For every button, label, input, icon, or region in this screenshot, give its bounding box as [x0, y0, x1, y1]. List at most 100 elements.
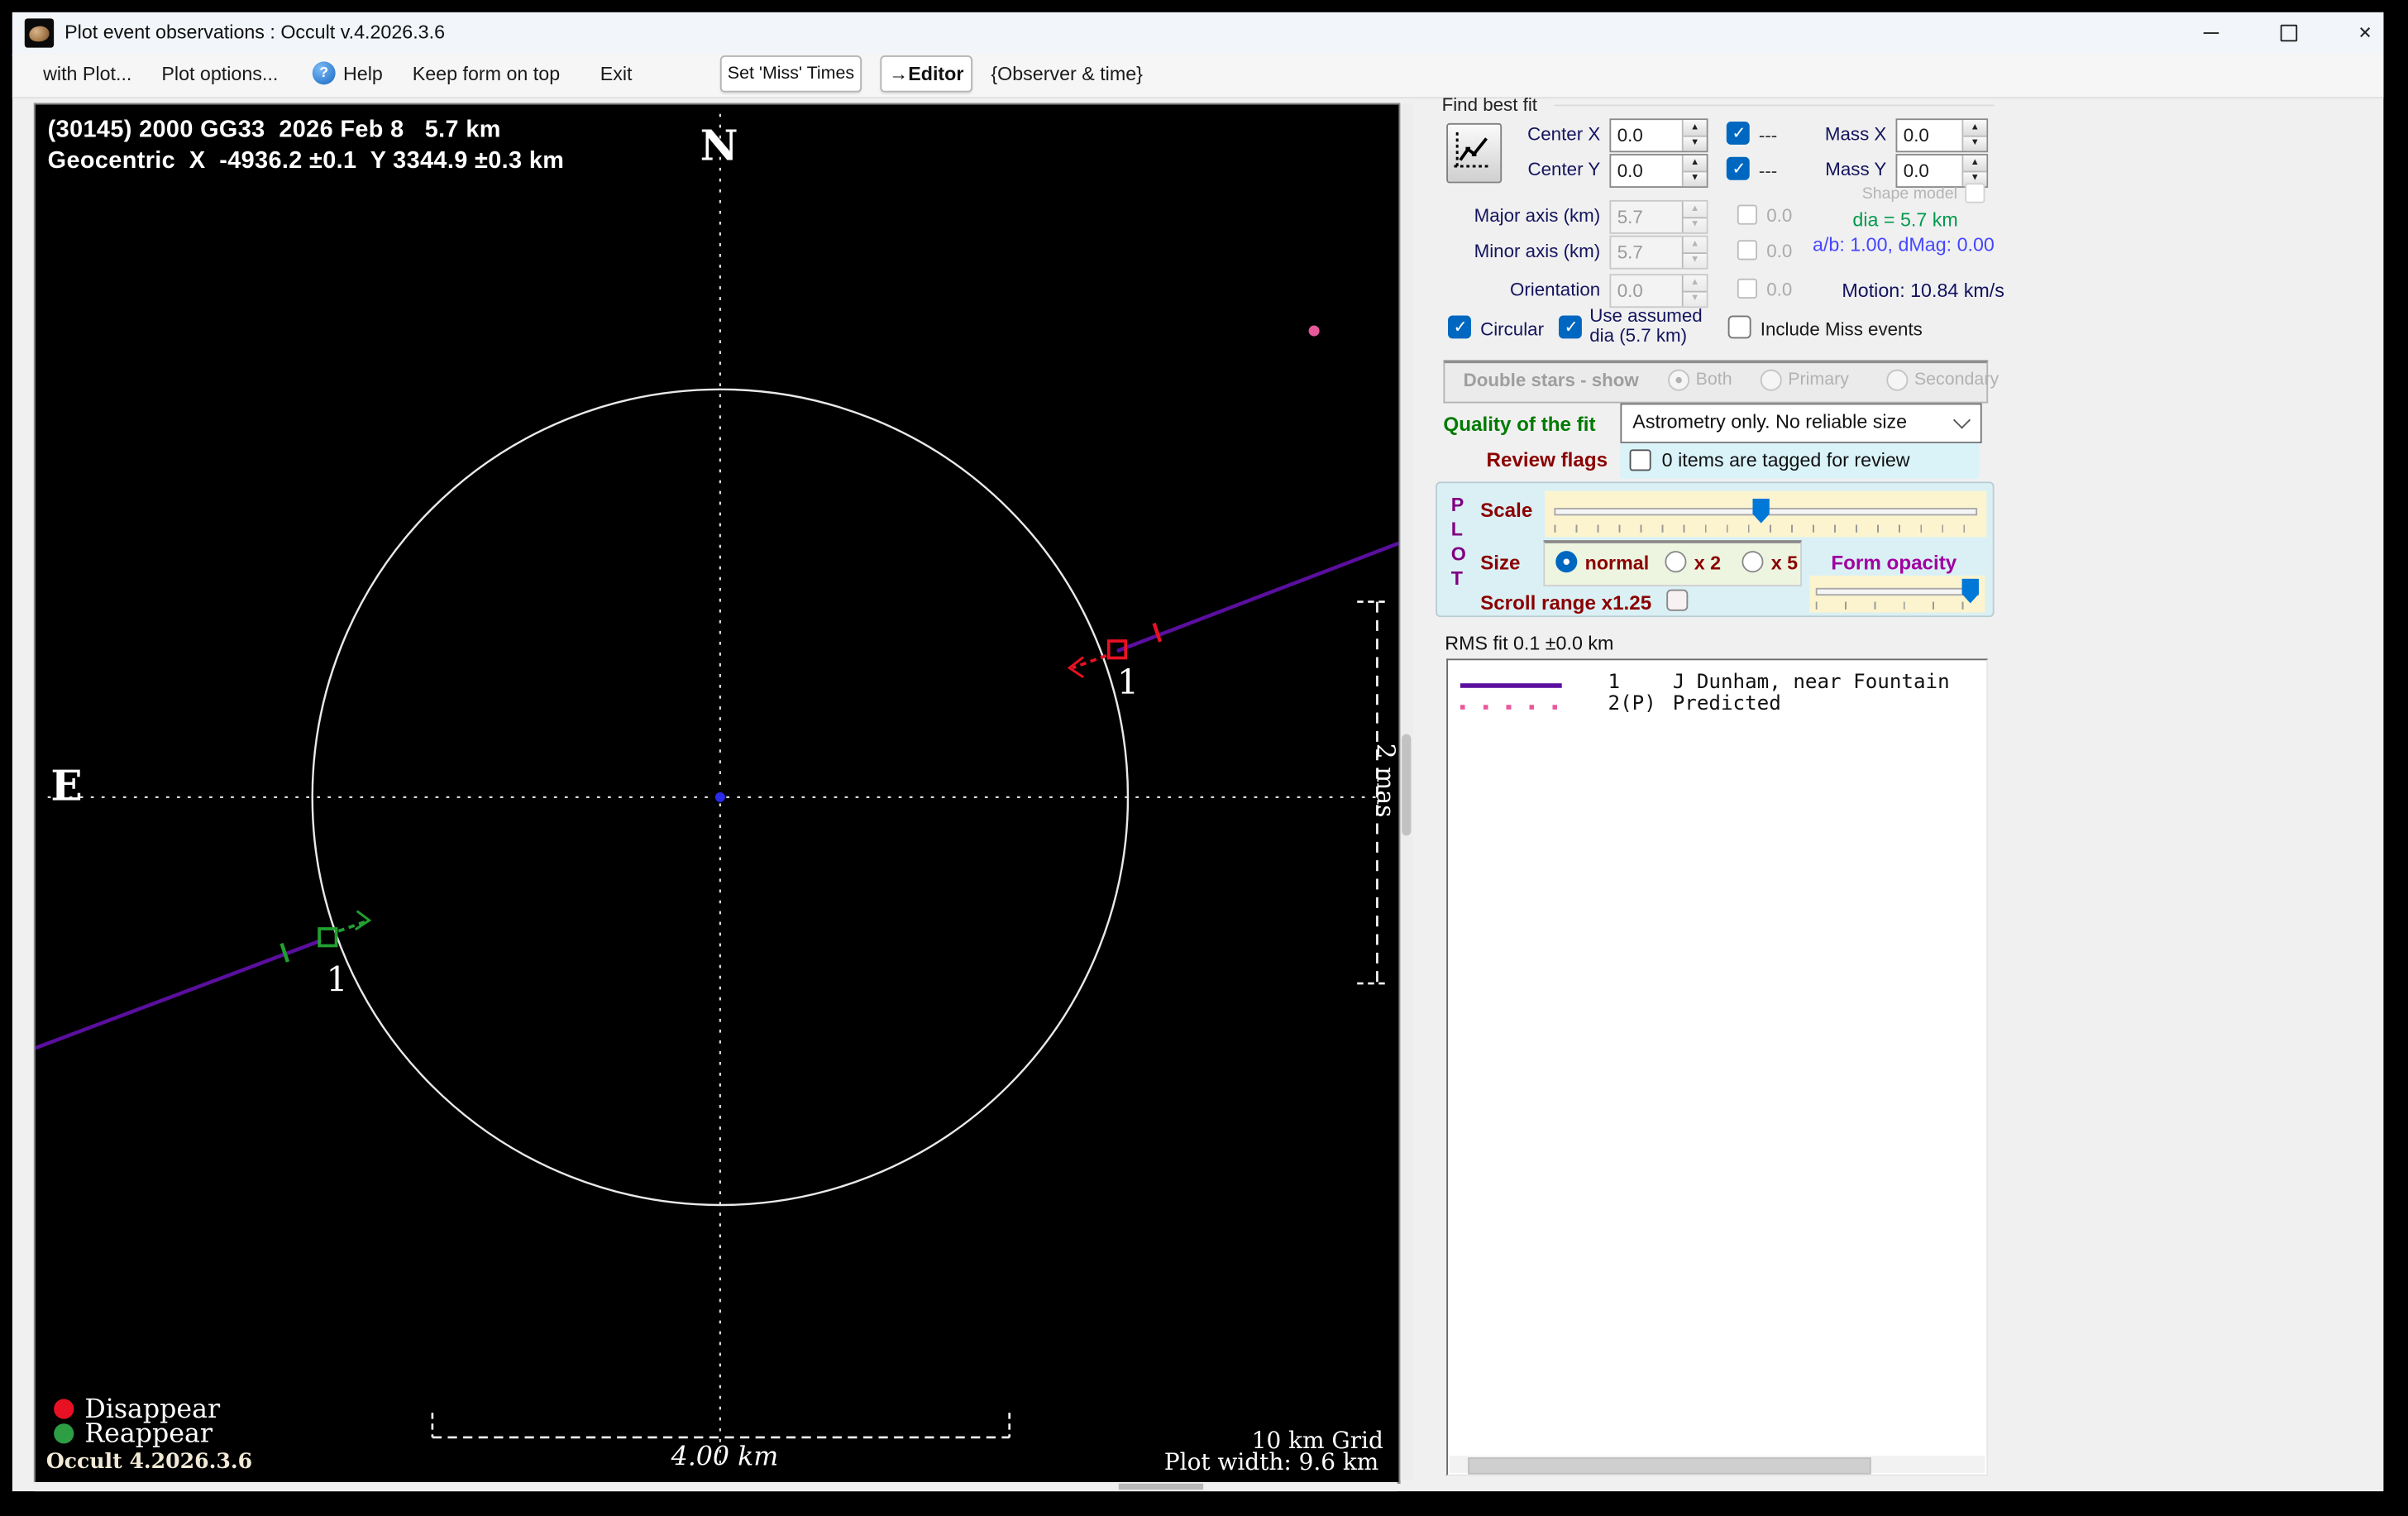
major-axis-err: 0.0 — [1766, 204, 1793, 227]
center-y-spinner[interactable] — [1681, 155, 1707, 187]
list-hscroll-thumb[interactable] — [1468, 1457, 1871, 1475]
maximize-icon[interactable] — [2265, 12, 2311, 54]
occultation-plot-canvas[interactable]: (30145) 2000 GG33 2026 Feb 8 5.7 km Geoc… — [33, 103, 1401, 1484]
disappear-legend-dot — [54, 1399, 74, 1419]
scale-label: Scale — [1480, 498, 1533, 522]
center-y-label: Center Y — [1527, 158, 1601, 180]
observation-row-1-name[interactable]: J Dunham, near Fountain — [1673, 671, 1950, 694]
orientation-label: Orientation — [1509, 278, 1601, 300]
menu-help[interactable]: Help — [343, 63, 383, 84]
set-miss-times-button[interactable]: Set 'Miss' Times — [719, 55, 862, 93]
use-assumed-dia-checkbox[interactable] — [1558, 315, 1582, 339]
double-stars-panel: Double stars - show Both Primary Seconda… — [1443, 360, 1999, 404]
plot-vscroll-thumb[interactable] — [1402, 734, 1412, 836]
asteroid-app-icon — [24, 18, 55, 48]
quality-of-fit-value: Astrometry only. No reliable size — [1632, 410, 1908, 433]
orientation-err: 0.0 — [1766, 278, 1793, 300]
reappear-legend-dot — [54, 1423, 74, 1444]
menu-plot-options[interactable]: Plot options... — [161, 63, 278, 84]
menu-keep-on-top[interactable]: Keep form on top — [413, 63, 560, 84]
center-y-value: 0.0 — [1617, 160, 1643, 182]
form-opacity-groove — [1815, 587, 1979, 596]
close-icon[interactable] — [2342, 12, 2388, 54]
mass-y-label: Mass Y — [1825, 158, 1887, 180]
mass-x-field[interactable]: 0.0 — [1895, 118, 1989, 153]
predicted-swatch — [1460, 705, 1569, 710]
shape-model-checkbox[interactable] — [1965, 183, 1985, 203]
plot-horizontal-scrollbar[interactable] — [33, 1481, 1398, 1492]
observation-row-2-id[interactable]: 2(P) — [1608, 692, 1656, 715]
observations-listbox[interactable]: 1 J Dunham, near Fountain 2(P) Predicted — [1446, 658, 1989, 1476]
major-axis-err-checkbox — [1737, 204, 1758, 225]
editor-button[interactable]: →Editor — [880, 55, 973, 93]
help-icon[interactable] — [312, 61, 336, 85]
mass-y-spinner[interactable] — [1961, 155, 1987, 187]
disappear-error-tick — [1152, 622, 1163, 643]
ab-dmag-label: a/b: 1.00, dMag: 0.00 — [1813, 233, 1995, 256]
window-title: Plot event observations : Occult v.4.202… — [64, 22, 446, 44]
mass-x-spinner[interactable] — [1961, 120, 1987, 151]
scale-slider[interactable] — [1545, 490, 1987, 538]
minor-axis-value: 5.7 — [1617, 242, 1643, 264]
circular-label: Circular — [1480, 318, 1545, 341]
chord-1-swatch — [1460, 683, 1562, 688]
plot-vertical-scrollbar[interactable] — [1400, 103, 1413, 1481]
size-x5-radio[interactable] — [1742, 551, 1764, 573]
center-marker — [714, 791, 725, 802]
menu-exit[interactable]: Exit — [600, 63, 633, 84]
scroll-range-checkbox[interactable] — [1666, 589, 1689, 611]
form-opacity-slider[interactable] — [1809, 575, 1985, 613]
use-assumed-dia-label: Use assumed dia (5.7 km) — [1589, 304, 1703, 347]
plot-version-label: Occult 4.2026.3.6 — [45, 1449, 253, 1475]
scroll-range-label: Scroll range x1.25 — [1480, 591, 1652, 615]
disappear-arrow — [1067, 656, 1084, 678]
center-x-spinner[interactable] — [1681, 120, 1707, 151]
review-flags-checkbox[interactable] — [1629, 449, 1651, 471]
plot-vertical-p: P — [1450, 494, 1464, 516]
circular-checkbox[interactable] — [1448, 315, 1471, 339]
double-stars-secondary-label: Secondary — [1913, 371, 1999, 390]
observation-row-1-id[interactable]: 1 — [1608, 671, 1621, 694]
menu-with-plot[interactable]: with Plot... — [43, 63, 131, 84]
plot-vertical-o: O — [1450, 543, 1466, 565]
double-stars-primary-radio — [1760, 369, 1782, 391]
north-label: N — [700, 122, 738, 171]
orientation-value: 0.0 — [1617, 280, 1643, 302]
review-flags-text: 0 items are tagged for review — [1661, 449, 1910, 471]
orientation-field: 0.0 — [1609, 274, 1708, 308]
chord-1-post-occultation — [35, 938, 322, 1050]
minimize-icon[interactable] — [2188, 12, 2234, 54]
quality-of-fit-label: Quality of the fit — [1443, 412, 1596, 436]
rms-fit-label: RMS fit 0.1 ±0.0 km — [1445, 632, 1614, 654]
minor-axis-spinner — [1681, 237, 1707, 268]
km-scale-label: 4.00 km — [671, 1442, 779, 1473]
double-stars-primary-label: Primary — [1788, 371, 1849, 390]
quality-of-fit-select[interactable]: Astrometry only. No reliable size — [1620, 403, 1982, 443]
list-horizontal-scrollbar[interactable] — [1449, 1456, 1985, 1475]
size-x2-radio[interactable] — [1665, 551, 1687, 573]
minor-axis-label: Minor axis (km) — [1474, 240, 1601, 262]
reappear-arrow — [355, 910, 372, 931]
major-axis-field: 5.7 — [1609, 199, 1708, 234]
form-opacity-thumb[interactable] — [1961, 578, 1979, 604]
center-x-label: Center X — [1527, 122, 1601, 145]
east-label: E — [50, 763, 83, 811]
orientation-err-checkbox — [1737, 278, 1758, 299]
plot-hscroll-thumb[interactable] — [1118, 1483, 1204, 1490]
observation-row-2-name[interactable]: Predicted — [1673, 692, 1781, 715]
size-x5-label: x 5 — [1770, 552, 1799, 575]
mass-y-value: 0.0 — [1903, 160, 1929, 182]
mas-scale-label: 2 mas — [1370, 744, 1398, 818]
application-root: Plot event observations : Occult v.4.202… — [0, 0, 2408, 1516]
size-normal-radio[interactable] — [1555, 551, 1578, 573]
size-label: Size — [1480, 551, 1521, 575]
minor-axis-err: 0.0 — [1766, 240, 1793, 262]
reappear-marker — [318, 927, 338, 948]
scale-slider-thumb[interactable] — [1752, 498, 1770, 524]
main-window: Plot event observations : Occult v.4.202… — [12, 12, 2384, 1492]
include-miss-events-checkbox[interactable] — [1727, 315, 1751, 339]
title-bar[interactable]: Plot event observations : Occult v.4.202… — [12, 12, 2384, 55]
major-axis-value: 5.7 — [1617, 206, 1643, 228]
center-y-field[interactable]: 0.0 — [1609, 154, 1708, 189]
center-x-field[interactable]: 0.0 — [1609, 118, 1708, 153]
